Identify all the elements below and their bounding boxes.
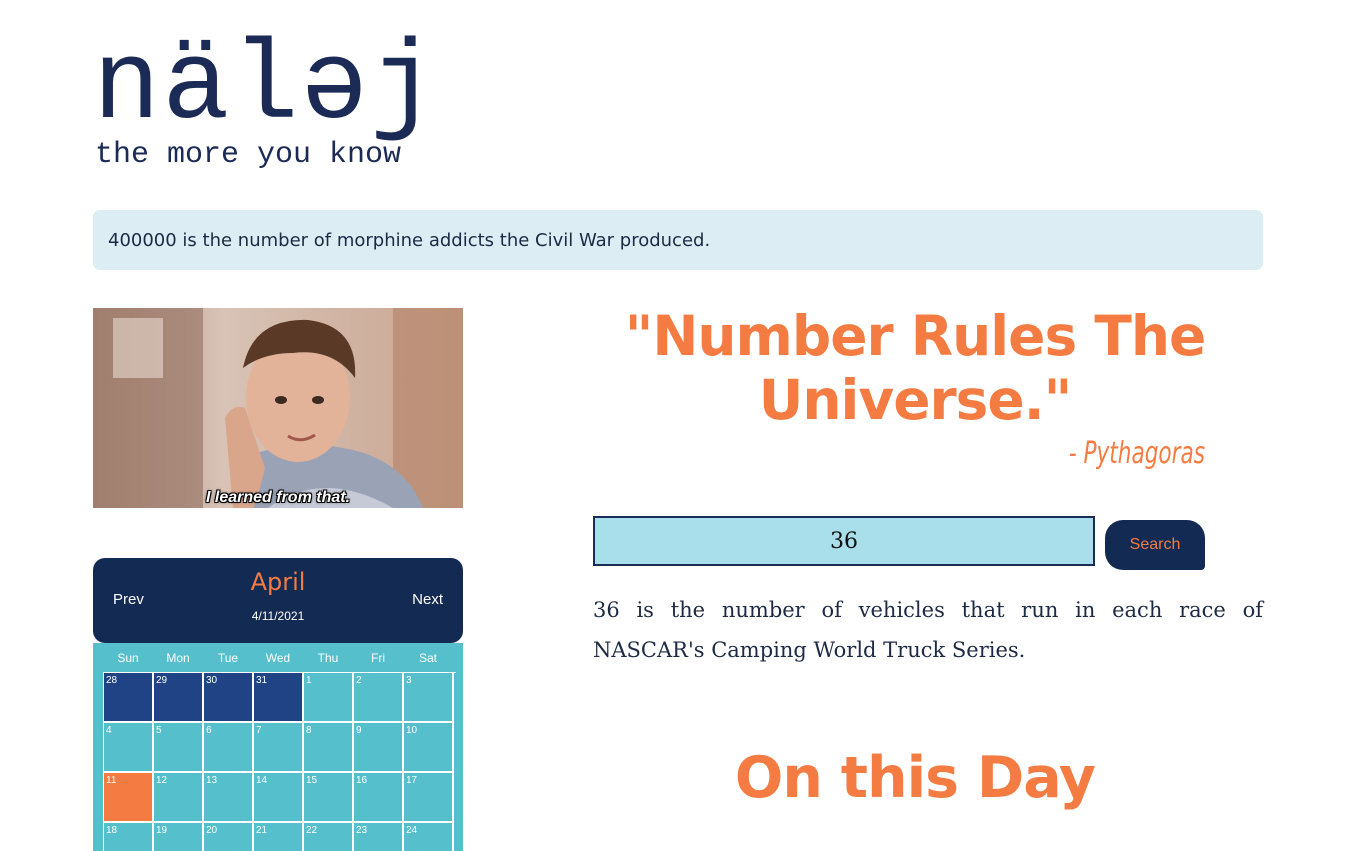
site-logo[interactable]: näləj the more you know [93, 32, 473, 177]
calendar-day[interactable]: 28 [104, 673, 154, 723]
calendar-day[interactable]: 19 [154, 823, 204, 851]
calendar-day[interactable]: 24 [404, 823, 454, 851]
calendar-day[interactable]: 5 [154, 723, 204, 773]
calendar-day[interactable]: 9 [354, 723, 404, 773]
weekday-label: Tue [217, 651, 239, 665]
calendar-day[interactable]: 8 [304, 723, 354, 773]
calendar-day[interactable]: 4 [104, 723, 154, 773]
calendar-header: Prev April 4/11/2021 Next [93, 558, 463, 643]
reaction-gif: I learned from that. [93, 308, 463, 508]
weekday-label: Sun [117, 651, 139, 665]
calendar-day[interactable]: 13 [204, 773, 254, 823]
on-this-day-heading: On this Day [734, 745, 1096, 811]
logo-tagline: the more you know [95, 138, 402, 172]
fact-banner: 400000 is the number of morphine addicts… [93, 210, 1263, 270]
calendar-grid: 28 29 30 31 1 2 3 4 5 6 7 8 9 10 11 12 13 14 15 16 17 18 19 20 2… [103, 672, 456, 851]
weekday-label: Fri [371, 651, 385, 665]
calendar-day[interactable]: 12 [154, 773, 204, 823]
gif-caption: I learned from that. [205, 489, 351, 506]
calendar-current-date: 4/11/2021 [251, 609, 305, 623]
calendar-day[interactable]: 29 [154, 673, 204, 723]
calendar-day[interactable]: 30 [204, 673, 254, 723]
calendar-body: Sun Mon Tue Wed Thu Fri Sat 28 29 30 31 1 2 3 4… [93, 643, 463, 851]
gif-image [93, 308, 463, 508]
number-fact-result: 36 is the number of vehicles that run in… [593, 598, 1263, 662]
calendar-day[interactable]: 1 [304, 673, 354, 723]
calendar: Prev April 4/11/2021 Next Sun Mon Tue We… [93, 558, 463, 851]
calendar-day[interactable]: 10 [404, 723, 454, 773]
calendar-day[interactable]: 21 [254, 823, 304, 851]
number-search-input[interactable] [593, 516, 1095, 566]
calendar-day[interactable]: 31 [254, 673, 304, 723]
calendar-month: April [250, 568, 306, 596]
logo-wordmark: näləj [93, 24, 440, 151]
calendar-day[interactable]: 22 [304, 823, 354, 851]
calendar-day[interactable]: 7 [254, 723, 304, 773]
calendar-day[interactable]: 20 [204, 823, 254, 851]
calendar-day[interactable]: 15 [304, 773, 354, 823]
calendar-day[interactable]: 2 [354, 673, 404, 723]
calendar-day[interactable]: 3 [404, 673, 454, 723]
weekday-label: Thu [317, 651, 339, 665]
calendar-day-today[interactable]: 11 [104, 773, 154, 823]
quote-author: - Pythagoras [1068, 436, 1205, 471]
calendar-day[interactable]: 23 [354, 823, 404, 851]
calendar-day[interactable]: 17 [404, 773, 454, 823]
calendar-day[interactable]: 14 [254, 773, 304, 823]
weekday-label: Wed [265, 651, 291, 665]
weekday-label: Sat [418, 651, 437, 665]
weekday-label: Mon [166, 651, 190, 665]
quote-text: "Number Rules The Universe." [624, 304, 1207, 432]
calendar-next-button[interactable]: Next [412, 591, 443, 608]
calendar-day[interactable]: 18 [104, 823, 154, 851]
calendar-day[interactable]: 16 [354, 773, 404, 823]
search-button[interactable]: Search [1105, 520, 1205, 570]
calendar-weekdays: Sun Mon Tue Wed Thu Fri Sat [103, 651, 453, 665]
calendar-day[interactable]: 6 [204, 723, 254, 773]
